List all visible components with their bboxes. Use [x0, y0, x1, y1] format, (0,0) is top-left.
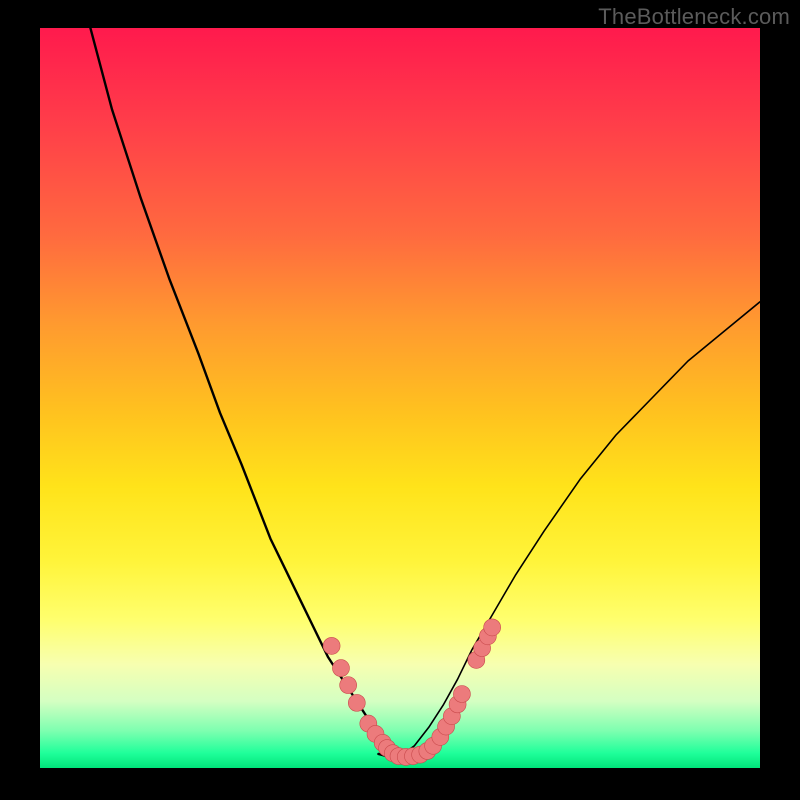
curve-right-branch — [400, 302, 760, 756]
marker-point — [348, 694, 365, 711]
chart-stage: TheBottleneck.com — [0, 0, 800, 800]
marker-point — [332, 660, 349, 677]
curve-layer — [90, 28, 760, 758]
chart-svg — [40, 28, 760, 768]
curve-left-branch — [90, 28, 400, 756]
watermark-text: TheBottleneck.com — [598, 4, 790, 30]
marker-point — [453, 686, 470, 703]
marker-point — [323, 637, 340, 654]
marker-point — [484, 619, 501, 636]
marker-point — [340, 677, 357, 694]
plot-area — [40, 28, 760, 768]
marker-layer — [323, 619, 501, 766]
